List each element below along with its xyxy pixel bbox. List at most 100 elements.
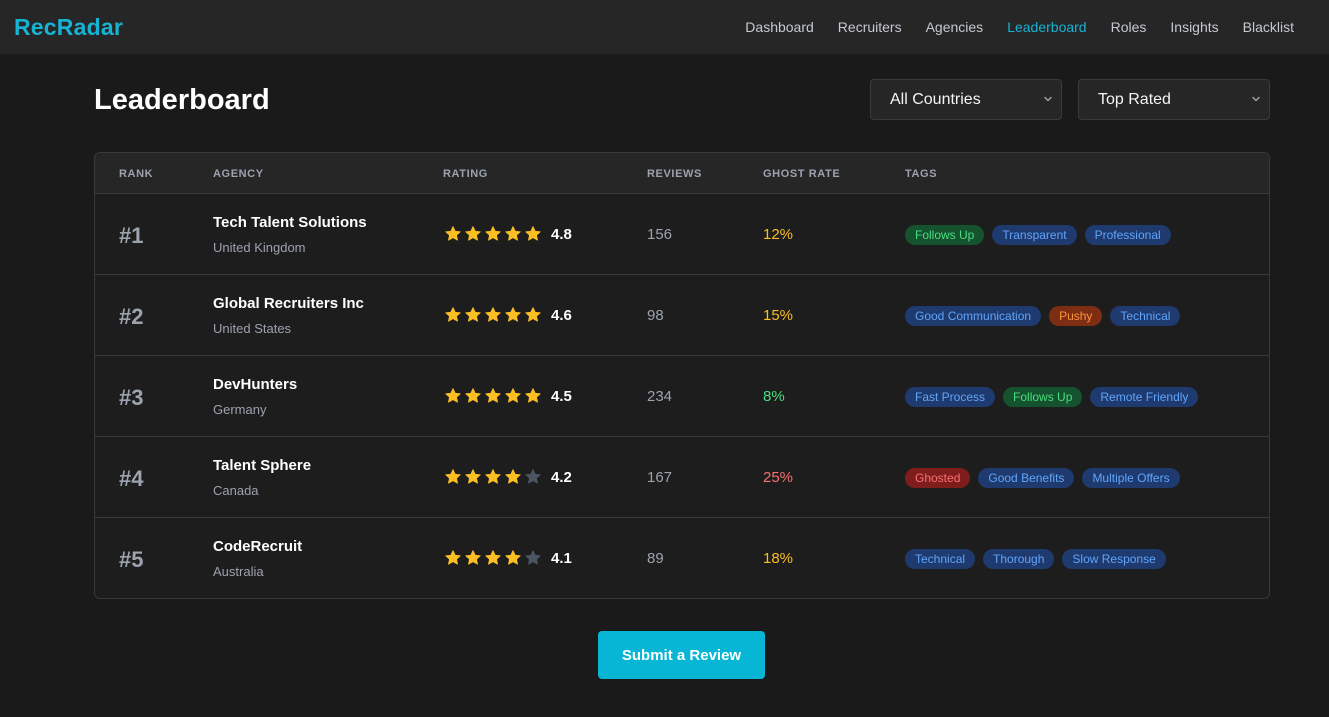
star-rating [444, 225, 542, 243]
review-count: 98 [647, 307, 664, 324]
agency-name[interactable]: DevHunters [213, 376, 297, 393]
star-rating [444, 468, 542, 486]
table-row[interactable]: #2 Global Recruiters Inc United States 4… [95, 275, 1269, 356]
star-icon [465, 226, 481, 241]
star-icon [445, 469, 461, 484]
agency-name[interactable]: CodeRecruit [213, 538, 302, 555]
star-rating [444, 387, 542, 405]
rating-value: 4.1 [551, 550, 572, 567]
star-icon [465, 388, 481, 403]
tag-list: Follows Up Transparent Professional [905, 225, 1171, 245]
star-icon [525, 307, 541, 322]
star-icon [445, 388, 461, 403]
table-header: RANK AGENCY RATING REVIEWS GHOST RATE TA… [95, 153, 1269, 194]
agency-name[interactable]: Tech Talent Solutions [213, 214, 367, 231]
table-row[interactable]: #4 Talent Sphere Canada 4.2 167 25% Ghos… [95, 437, 1269, 518]
tag-badge: Ghosted [905, 468, 971, 488]
review-count: 156 [647, 226, 673, 243]
tag-list: Technical Thorough Slow Response [905, 549, 1166, 569]
leaderboard-table: RANK AGENCY RATING REVIEWS GHOST RATE TA… [94, 152, 1270, 599]
tag-list: Fast Process Follows Up Remote Friendly [905, 387, 1199, 407]
review-count: 234 [647, 388, 673, 405]
tag-badge: Multiple Offers [1082, 468, 1180, 488]
rank-number: #1 [119, 223, 144, 248]
star-icon [485, 388, 501, 403]
sort-select[interactable]: Top Rated [1078, 79, 1270, 120]
star-icon [505, 469, 521, 484]
header-reviews: REVIEWS [647, 168, 702, 180]
agency-name[interactable]: Global Recruiters Inc [213, 295, 364, 312]
tag-badge: Slow Response [1062, 549, 1166, 569]
rating-value: 4.5 [551, 388, 572, 405]
table-row[interactable]: #5 CodeRecruit Australia 4.1 89 18% Tech… [95, 518, 1269, 598]
tag-badge: Fast Process [905, 387, 996, 407]
nav-link-insights[interactable]: Insights [1170, 19, 1218, 35]
star-icon [445, 307, 461, 322]
star-icon [505, 307, 521, 322]
tag-badge: Follows Up [1003, 387, 1083, 407]
header-tags: TAGS [905, 168, 938, 180]
rating-value: 4.2 [551, 469, 572, 486]
rank-number: #5 [119, 547, 144, 572]
chevron-down-icon [1252, 96, 1260, 102]
agency-country: Canada [213, 483, 259, 498]
nav-link-dashboard[interactable]: Dashboard [745, 19, 814, 35]
nav-link-roles[interactable]: Roles [1111, 19, 1147, 35]
nav-link-blacklist[interactable]: Blacklist [1243, 19, 1294, 35]
ghost-rate-value: 18% [763, 550, 794, 567]
page-title: Leaderboard [94, 84, 270, 116]
tag-badge: Professional [1084, 225, 1171, 245]
rank-number: #4 [119, 466, 144, 491]
submit-review-button[interactable]: Submit a Review [598, 631, 765, 679]
table-row[interactable]: #3 DevHunters Germany 4.5 234 8% Fast Pr… [95, 356, 1269, 437]
nav-links: Dashboard Recruiters Agencies Leaderboard Ro… [745, 19, 1315, 35]
country-filter-select[interactable]: All Countries [870, 79, 1062, 120]
agency-country: Australia [213, 564, 264, 579]
star-icon [525, 226, 541, 241]
rating-value: 4.8 [551, 226, 572, 243]
table-row[interactable]: #1 Tech Talent Solutions United Kingdom … [95, 194, 1269, 275]
tag-badge: Technical [905, 549, 976, 569]
tag-badge: Transparent [992, 225, 1077, 245]
star-rating [444, 549, 542, 567]
ghost-rate-value: 12% [763, 226, 794, 243]
star-rating [444, 306, 542, 324]
tag-badge: Good Communication [905, 306, 1042, 326]
tag-list: Ghosted Good Benefits Multiple Offers [905, 468, 1180, 488]
agency-name[interactable]: Talent Sphere [213, 457, 311, 474]
star-icon [445, 226, 461, 241]
star-icon [525, 469, 541, 484]
tag-badge: Pushy [1049, 306, 1103, 326]
nav-link-agencies[interactable]: Agencies [926, 19, 984, 35]
star-icon [505, 226, 521, 241]
nav-link-leaderboard[interactable]: Leaderboard [1007, 19, 1086, 35]
agency-country: United States [213, 321, 292, 336]
star-icon [485, 226, 501, 241]
chevron-down-icon [1044, 96, 1052, 102]
header-rating: RATING [443, 168, 488, 180]
top-navbar: RecRadar Dashboard Recruiters Agencies Lead… [0, 0, 1329, 54]
tag-badge: Good Benefits [978, 468, 1075, 488]
rank-number: #3 [119, 385, 144, 410]
header-ghost-rate: GHOST RATE [763, 168, 841, 180]
star-icon [445, 550, 461, 565]
star-icon [505, 550, 521, 565]
star-icon [465, 550, 481, 565]
tag-list: Good Communication Pushy Technical [905, 306, 1181, 326]
brand-logo[interactable]: RecRadar [14, 14, 123, 41]
country-filter-value: All Countries [890, 90, 981, 108]
tag-badge: Remote Friendly [1090, 387, 1199, 407]
star-icon [465, 469, 481, 484]
sort-value: Top Rated [1098, 90, 1171, 108]
ghost-rate-value: 8% [763, 388, 785, 405]
nav-link-recruiters[interactable]: Recruiters [838, 19, 902, 35]
agency-country: Germany [213, 402, 267, 417]
rank-number: #2 [119, 304, 144, 329]
tag-badge: Technical [1110, 306, 1181, 326]
star-icon [485, 307, 501, 322]
tag-badge: Thorough [983, 549, 1055, 569]
star-icon [465, 307, 481, 322]
rating-value: 4.6 [551, 307, 572, 324]
table-body: #1 Tech Talent Solutions United Kingdom … [95, 194, 1269, 598]
agency-country: United Kingdom [213, 240, 306, 255]
